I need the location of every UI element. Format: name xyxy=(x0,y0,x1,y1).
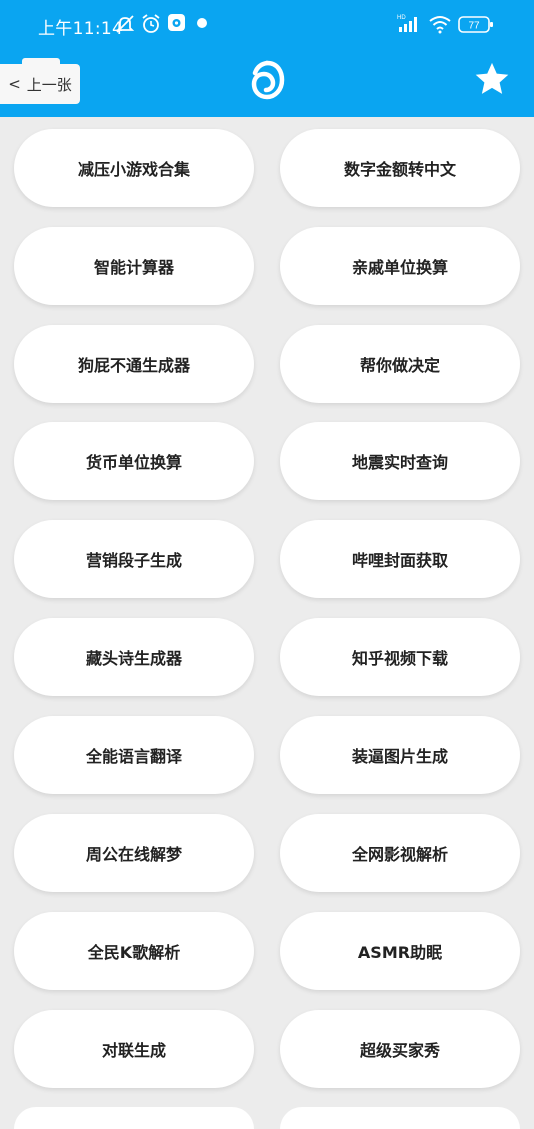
tool-button[interactable]: 全民K歌解析 xyxy=(14,912,254,990)
tool-label: 全网影视解析 xyxy=(351,845,448,864)
status-bar: 上午11:14 HD 77 xyxy=(0,0,534,50)
tool-button[interactable]: 减压小游戏合集 xyxy=(14,129,254,207)
mute-bell-icon xyxy=(114,13,136,35)
tool-button[interactable]: 帮你做决定 xyxy=(280,325,520,403)
tool-label: 数字金额转中文 xyxy=(343,160,456,179)
tool-button[interactable]: 藏头诗生成器 xyxy=(14,618,254,696)
previous-button[interactable]: < 上一张 xyxy=(0,58,80,104)
tool-label: 货币单位换算 xyxy=(85,453,182,472)
tool-label: 周公在线解梦 xyxy=(85,845,182,864)
tool-label: 狗屁不通生成器 xyxy=(77,356,190,375)
tool-button[interactable]: 周公在线解梦 xyxy=(14,814,254,892)
previous-label: 上一张 xyxy=(26,75,72,94)
tool-button[interactable]: 全网影视解析 xyxy=(280,814,520,892)
tool-label: 对联生成 xyxy=(101,1041,166,1060)
favorite-button[interactable] xyxy=(473,60,511,102)
tool-label: ASMR助眠 xyxy=(357,943,443,962)
tool-button[interactable]: 知乎视频下载 xyxy=(280,618,520,696)
tool-grid: 减压小游戏合集 数字金额转中文 智能计算器 亲戚单位换算 狗屁不通生成器 帮你做… xyxy=(0,117,534,1129)
tool-label: 智能计算器 xyxy=(93,258,174,277)
tool-button[interactable] xyxy=(280,1107,520,1129)
back-tab-notch xyxy=(22,58,60,66)
tool-label: 亲戚单位换算 xyxy=(351,258,448,277)
tool-label: 超级买家秀 xyxy=(359,1041,440,1060)
tool-button[interactable]: 数字金额转中文 xyxy=(280,129,520,207)
tool-label: 藏头诗生成器 xyxy=(85,649,182,668)
chevron-left-icon: < xyxy=(8,75,21,93)
tool-label: 营销段子生成 xyxy=(85,551,182,570)
battery-level: 77 xyxy=(468,21,480,32)
status-time: 上午11:14 xyxy=(38,19,124,39)
tool-button[interactable]: 智能计算器 xyxy=(14,227,254,305)
tool-button[interactable]: 装逼图片生成 xyxy=(280,716,520,794)
tool-label: 装逼图片生成 xyxy=(351,747,448,766)
wifi-icon xyxy=(428,14,452,34)
star-icon xyxy=(475,62,509,94)
tool-label: 全能语言翻译 xyxy=(85,747,182,766)
app-header: 上午11:14 HD 77 < 上一张 xyxy=(0,0,534,117)
tool-label: 知乎视频下载 xyxy=(351,649,448,668)
tool-label: 地震实时查询 xyxy=(351,453,448,472)
tool-label: 哔哩封面获取 xyxy=(351,551,448,570)
tool-button[interactable]: 对联生成 xyxy=(14,1010,254,1088)
tool-button[interactable]: 亲戚单位换算 xyxy=(280,227,520,305)
alarm-icon xyxy=(141,13,161,35)
tool-label: 帮你做决定 xyxy=(359,356,440,375)
tool-button[interactable]: 地震实时查询 xyxy=(280,422,520,500)
app-notification-icon xyxy=(167,13,186,33)
svg-text:HD: HD xyxy=(397,15,406,21)
sound-wave-logo-icon xyxy=(246,58,288,104)
tool-label: 全民K歌解析 xyxy=(87,943,181,962)
dot-icon xyxy=(196,17,208,29)
tool-label: 减压小游戏合集 xyxy=(77,160,190,179)
tool-button[interactable]: 营销段子生成 xyxy=(14,520,254,598)
tool-button[interactable]: ASMR助眠 xyxy=(280,912,520,990)
tool-button[interactable] xyxy=(14,1107,254,1129)
tool-button[interactable]: 货币单位换算 xyxy=(14,422,254,500)
signal-icon: HD xyxy=(397,12,423,34)
battery-icon: 77 xyxy=(458,16,494,34)
tool-button[interactable]: 狗屁不通生成器 xyxy=(14,325,254,403)
tool-button[interactable]: 哔哩封面获取 xyxy=(280,520,520,598)
tool-button[interactable]: 超级买家秀 xyxy=(280,1010,520,1088)
tool-button[interactable]: 全能语言翻译 xyxy=(14,716,254,794)
